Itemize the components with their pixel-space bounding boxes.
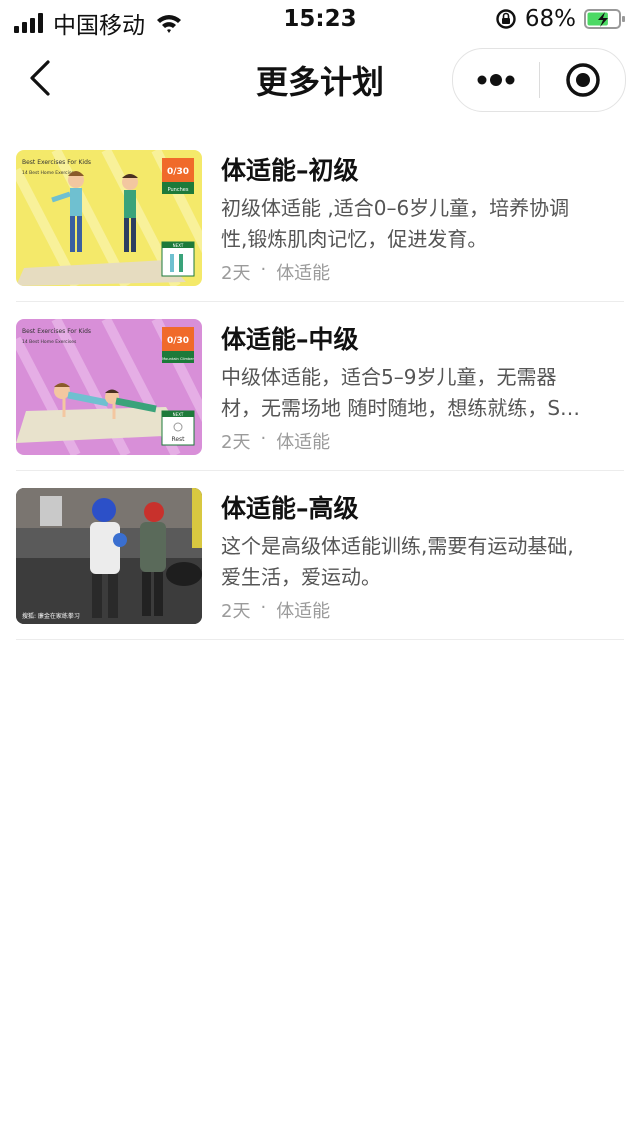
thumb-exercise: Mountain Climber [162, 357, 194, 361]
more-dots-icon [477, 74, 515, 86]
thumb-next: NEXT [173, 412, 184, 417]
plan-duration: 2天 [221, 432, 251, 453]
thumb-caption: Best Exercises For Kids [22, 159, 91, 166]
plan-description: 这个是高级体适能训练,需要有运动基础,爱生活，爱运动。 [221, 534, 574, 589]
meta-separator: · [260, 597, 267, 618]
thumb-exercise: Punches [168, 187, 189, 193]
plan-thumbnail: Best Exercises For Kids 14 Best Home Exe… [16, 319, 202, 455]
nav-bar: 更多计划 [0, 40, 640, 120]
battery-percent: 68% [524, 6, 576, 32]
plan-category: 体适能 [276, 263, 331, 284]
plan-description: 初级体适能 ,适合0–6岁儿童，培养协调性,锻炼肌肉记忆，促进发育。 [221, 196, 570, 251]
orientation-lock-icon [496, 9, 516, 29]
plan-meta: 2天 · 体适能 [221, 428, 330, 454]
plan-meta: 2天 · 体适能 [221, 597, 330, 623]
plan-item-beginner[interactable]: Best Exercises For Kids 14 Best Home Exe… [16, 133, 624, 302]
plan-category: 体适能 [276, 601, 331, 622]
plan-description: 中级体适能，适合5–9岁儿童，无需器材，无需场地 随时随地，想练就练，S… [221, 365, 581, 420]
thumb-caption: Best Exercises For Kids [22, 328, 91, 335]
close-miniprogram-button[interactable] [540, 49, 625, 111]
plan-title: 体适能–高级 [221, 494, 359, 523]
plan-list: Best Exercises For Kids 14 Best Home Exe… [0, 133, 640, 640]
meta-separator: · [260, 259, 267, 280]
more-button[interactable] [453, 49, 539, 111]
menu-capsule [452, 48, 626, 112]
thumb-subcaption: 14 Best Home Exercises [22, 339, 77, 345]
thumb-counter: 0/30 [167, 167, 189, 177]
thumb-subcaption: 14 Best Home Exercises [22, 170, 77, 176]
plan-category: 体适能 [276, 432, 331, 453]
plan-thumbnail: Best Exercises For Kids 14 Best Home Exe… [16, 150, 202, 286]
status-bar: 中国移动 15:23 68% [0, 0, 640, 40]
plan-duration: 2天 [221, 263, 251, 284]
plan-duration: 2天 [221, 601, 251, 622]
plan-item-intermediate[interactable]: Best Exercises For Kids 14 Best Home Exe… [16, 302, 624, 471]
thumb-next: NEXT [173, 243, 184, 248]
plan-item-advanced[interactable]: 搜狐: 廉金在家练拳习 体适能–高级 这个是高级体适能训练,需要有运动基础,爱生… [16, 471, 624, 640]
thumb-rest: Rest [171, 436, 185, 443]
plan-title: 体适能–中级 [221, 325, 359, 354]
thumb-watermark: 搜狐: 廉金在家练拳习 [22, 612, 80, 620]
plan-title: 体适能–初级 [221, 156, 359, 185]
thumb-counter: 0/30 [167, 336, 189, 346]
target-close-icon [565, 63, 600, 97]
plan-meta: 2天 · 体适能 [221, 259, 330, 285]
battery-icon [584, 9, 625, 29]
meta-separator: · [260, 428, 267, 449]
plan-thumbnail: 搜狐: 廉金在家练拳习 [16, 488, 202, 624]
